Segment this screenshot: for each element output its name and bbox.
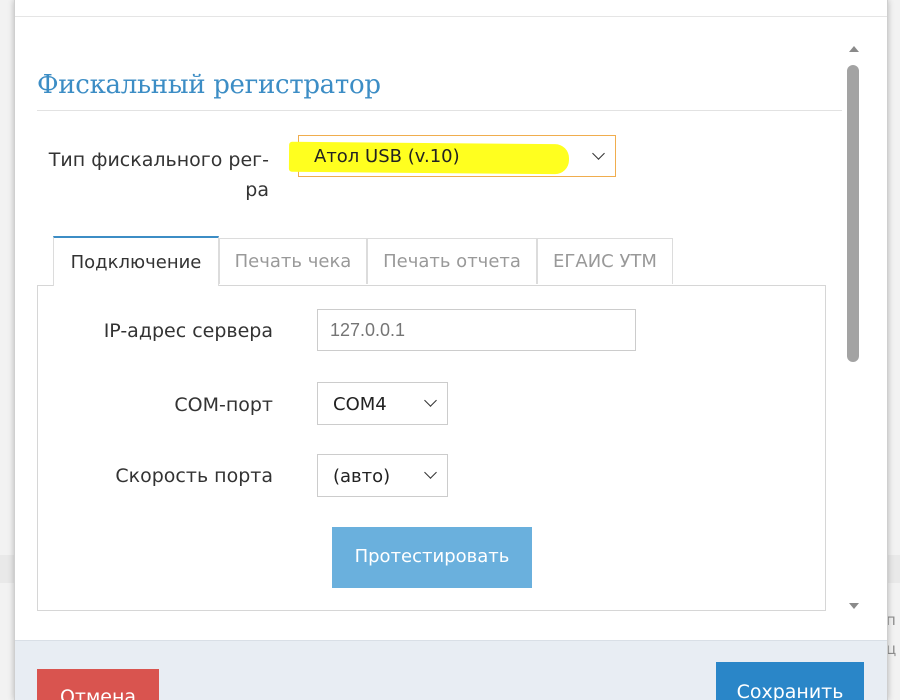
- port-speed-value: (авто): [333, 466, 391, 487]
- section-title: Фискальный регистратор: [37, 70, 381, 100]
- cancel-button[interactable]: Отмена: [37, 669, 159, 700]
- fiscal-type-value: Атол USB (v.10): [314, 146, 460, 167]
- scroll-up-icon[interactable]: [849, 46, 859, 52]
- title-divider: [37, 110, 842, 111]
- tab-report-print[interactable]: Печать отчета: [367, 238, 537, 284]
- com-port-select[interactable]: COM4: [317, 382, 448, 425]
- scroll-down-icon[interactable]: [849, 603, 859, 609]
- modal-scrollbar[interactable]: [845, 40, 861, 620]
- modal-footer: Отмена Сохранить: [15, 640, 887, 700]
- test-button[interactable]: Протестировать: [332, 527, 532, 588]
- modal-header: [15, 0, 887, 17]
- tab-connection[interactable]: Подключение: [53, 236, 219, 286]
- save-button[interactable]: Сохранить: [716, 662, 864, 700]
- chevron-down-icon: [592, 147, 605, 160]
- tab-receipt-print[interactable]: Печать чека: [219, 238, 367, 284]
- com-port-value: COM4: [333, 394, 387, 415]
- settings-modal: Фискальный регистратор Тип фискального р…: [14, 0, 888, 700]
- ip-address-input[interactable]: [317, 309, 636, 351]
- com-port-label: COM-порт: [174, 394, 273, 416]
- fiscal-type-label: Тип фискального рег-ра: [48, 149, 269, 201]
- tab-egais-utm[interactable]: ЕГАИС УТМ: [537, 238, 673, 284]
- ip-address-label: IP-адрес сервера: [103, 320, 273, 342]
- connection-panel: IP-адрес сервера COM-порт COM4 Скорость …: [37, 285, 826, 611]
- port-speed-label: Скорость порта: [115, 465, 273, 487]
- chevron-down-icon: [424, 394, 437, 407]
- chevron-down-icon: [424, 466, 437, 479]
- scrollbar-thumb[interactable]: [847, 65, 859, 362]
- fiscal-type-select[interactable]: Атол USB (v.10): [288, 135, 616, 177]
- port-speed-select[interactable]: (авто): [317, 454, 448, 497]
